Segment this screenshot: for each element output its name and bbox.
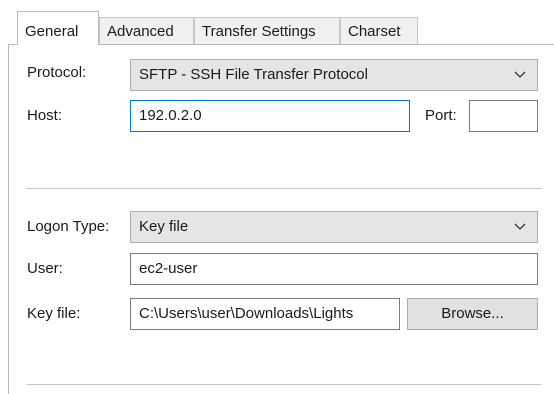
tab-bar: General Advanced Transfer Settings Chars… [8, 0, 554, 45]
logon-type-select[interactable]: Key file [130, 211, 538, 243]
key-file-label: Key file: [27, 305, 81, 322]
protocol-selected-value: SFTP - SSH File Transfer Protocol [139, 66, 368, 83]
logon-type-selected-value: Key file [139, 218, 189, 235]
site-settings-panel: General Advanced Transfer Settings Chars… [0, 0, 554, 394]
tab-general[interactable]: General [17, 11, 99, 45]
section-divider-bottom [26, 384, 542, 385]
user-input[interactable]: ec2-user [130, 253, 538, 285]
section-divider [26, 188, 542, 189]
port-label: Port: [425, 107, 457, 124]
user-label: User: [27, 260, 63, 277]
logon-type-label: Logon Type: [27, 218, 110, 235]
tab-transfer-settings[interactable]: Transfer Settings [194, 17, 340, 44]
key-file-input[interactable]: C:\Users\user\Downloads\Lights [130, 298, 400, 330]
chevron-down-icon [514, 71, 526, 78]
port-input[interactable] [469, 100, 538, 132]
tab-charset[interactable]: Charset [340, 17, 418, 44]
browse-button[interactable]: Browse... [407, 298, 538, 330]
protocol-label: Protocol: [27, 64, 87, 81]
tab-advanced[interactable]: Advanced [99, 17, 194, 44]
protocol-select[interactable]: SFTP - SSH File Transfer Protocol [130, 59, 538, 91]
host-label: Host: [27, 107, 63, 124]
host-input[interactable]: 192.0.2.0 [130, 100, 410, 132]
panel-left-border [8, 44, 9, 394]
chevron-down-icon [514, 223, 526, 230]
